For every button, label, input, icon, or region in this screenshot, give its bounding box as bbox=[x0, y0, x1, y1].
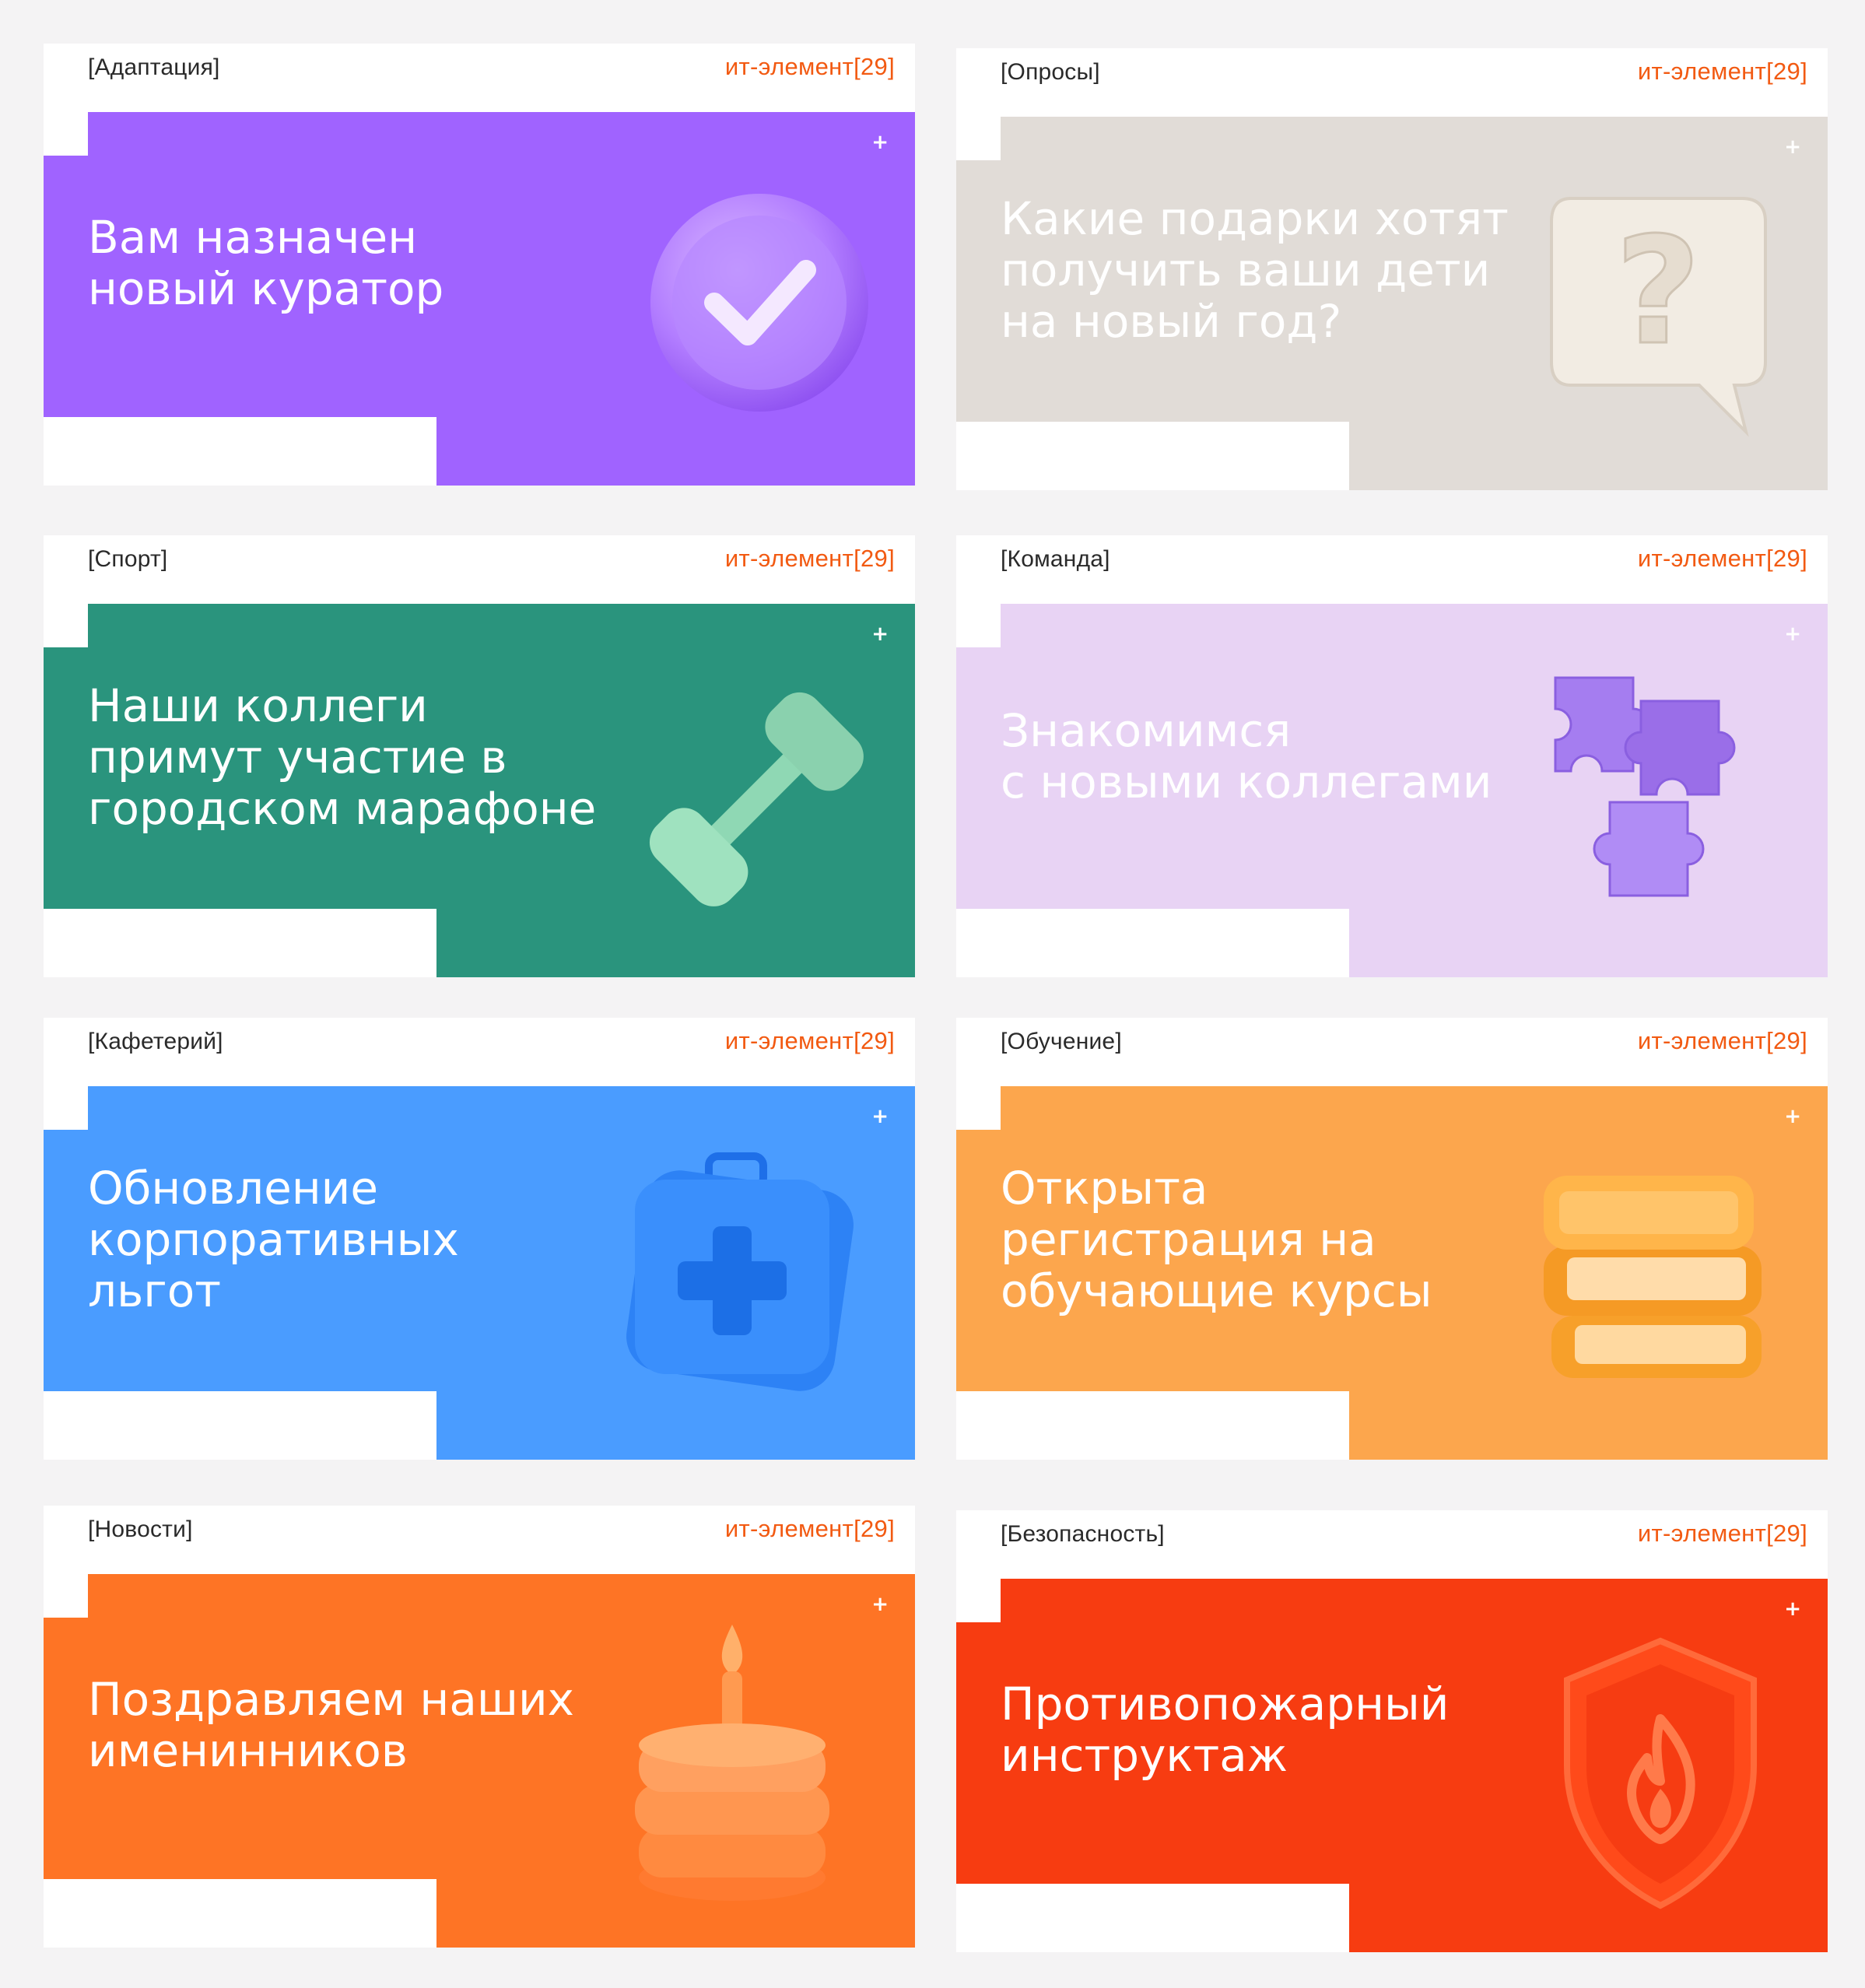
question-bubble-icon: ? bbox=[1550, 197, 1767, 437]
corner-notch bbox=[44, 1086, 88, 1130]
corner-notch bbox=[956, 422, 1349, 490]
category-tag: [Новости] bbox=[88, 1516, 193, 1542]
checkmark-badge-icon bbox=[650, 194, 868, 412]
banner-card-surveys[interactable]: [Опросы] ит-элемент[29] + Какие подарки … bbox=[956, 48, 1828, 490]
banner-headline: Противопожарный инструктаж bbox=[1001, 1678, 1450, 1782]
corner-notch bbox=[44, 112, 88, 156]
banner-card-team[interactable]: [Команда] ит-элемент[29] + Знакомимся с … bbox=[956, 535, 1828, 977]
banner-panel: + Какие подарки хотят получить ваши дети… bbox=[956, 117, 1828, 490]
brand-label: ит-элемент[29] bbox=[724, 1515, 895, 1542]
category-tag: [Опросы] bbox=[1001, 59, 1100, 85]
plus-icon: + bbox=[1784, 135, 1801, 159]
banner-card-safety[interactable]: [Безопасность] ит-элемент[29] + Противоп… bbox=[956, 1510, 1828, 1952]
banner-panel: + Противопожарный инструктаж bbox=[956, 1579, 1828, 1952]
brand-label: ит-элемент[29] bbox=[1637, 1520, 1807, 1547]
corner-notch bbox=[956, 117, 1001, 160]
svg-text:?: ? bbox=[1615, 205, 1701, 377]
corner-notch bbox=[956, 604, 1001, 647]
banner-headline: Какие подарки хотят получить ваши дети н… bbox=[1001, 192, 1509, 348]
brand-label: ит-элемент[29] bbox=[1637, 58, 1807, 85]
corner-notch bbox=[956, 1086, 1001, 1130]
banner-card-news[interactable]: [Новости] ит-элемент[29] + Поздравляем н… bbox=[44, 1506, 915, 1948]
corner-notch bbox=[44, 1391, 436, 1460]
puzzle-icon bbox=[1554, 676, 1736, 897]
plus-icon: + bbox=[871, 131, 889, 154]
corner-notch bbox=[44, 1574, 88, 1618]
fire-shield-icon bbox=[1564, 1637, 1757, 1909]
banner-headline: Открыта регистрация на обучающие курсы bbox=[1001, 1162, 1432, 1317]
dumbbell-icon bbox=[649, 692, 864, 906]
banner-headline: Наши коллеги примут участие в городском … bbox=[88, 679, 597, 835]
banner-panel: + Поздравляем наших именинников bbox=[44, 1574, 915, 1948]
banner-panel: + Вам назначен новый куратор bbox=[44, 112, 915, 486]
corner-notch bbox=[44, 909, 436, 977]
banner-card-sport[interactable]: [Спорт] ит-элемент[29] + Наши коллеги пр… bbox=[44, 535, 915, 977]
first-aid-kit-icon bbox=[626, 1152, 854, 1391]
brand-label: ит-элемент[29] bbox=[1637, 1027, 1807, 1054]
plus-icon: + bbox=[1784, 1105, 1801, 1128]
brand-label: ит-элемент[29] bbox=[724, 545, 895, 572]
category-tag: [Команда] bbox=[1001, 546, 1110, 572]
plus-icon: + bbox=[871, 622, 889, 646]
banner-panel: + Открыта регистрация на обучающие курсы bbox=[956, 1086, 1828, 1460]
category-tag: [Безопасность] bbox=[1001, 1521, 1165, 1547]
banner-headline: Обновление корпоративных льгот bbox=[88, 1162, 459, 1317]
birthday-cake-icon bbox=[635, 1625, 829, 1901]
corner-notch bbox=[956, 1391, 1349, 1460]
banner-headline: Знакомимся с новыми коллегами bbox=[1001, 704, 1492, 808]
banner-panel: + Обновление корпоративных льгот bbox=[44, 1086, 915, 1460]
banner-card-education[interactable]: [Обучение] ит-элемент[29] + Открыта реги… bbox=[956, 1018, 1828, 1460]
books-icon bbox=[1544, 1176, 1762, 1378]
banner-panel: + Наши коллеги примут участие в городско… bbox=[44, 604, 915, 977]
category-tag: [Спорт] bbox=[88, 546, 168, 572]
brand-label: ит-элемент[29] bbox=[1637, 545, 1807, 572]
plus-icon: + bbox=[871, 1593, 889, 1616]
plus-icon: + bbox=[871, 1105, 889, 1128]
corner-notch bbox=[44, 1879, 436, 1948]
corner-notch bbox=[956, 1579, 1001, 1622]
category-tag: [Адаптация] bbox=[88, 54, 220, 80]
corner-notch bbox=[44, 604, 88, 647]
banner-card-cafeteria[interactable]: [Кафетерий] ит-элемент[29] + Обновление … bbox=[44, 1018, 915, 1460]
plus-icon: + bbox=[1784, 622, 1801, 646]
banner-panel: + Знакомимся с новыми коллегами bbox=[956, 604, 1828, 977]
category-tag: [Обучение] bbox=[1001, 1029, 1122, 1054]
corner-notch bbox=[44, 417, 436, 486]
corner-notch bbox=[956, 1884, 1349, 1952]
banner-headline: Вам назначен новый куратор bbox=[88, 211, 444, 315]
brand-label: ит-элемент[29] bbox=[724, 1027, 895, 1054]
banner-card-adaptation[interactable]: [Адаптация] ит-элемент[29] + Вам назначе… bbox=[44, 44, 915, 486]
plus-icon: + bbox=[1784, 1597, 1801, 1621]
category-tag: [Кафетерий] bbox=[88, 1029, 223, 1054]
corner-notch bbox=[956, 909, 1349, 977]
banner-headline: Поздравляем наших именинников bbox=[88, 1673, 574, 1777]
brand-label: ит-элемент[29] bbox=[724, 53, 895, 80]
